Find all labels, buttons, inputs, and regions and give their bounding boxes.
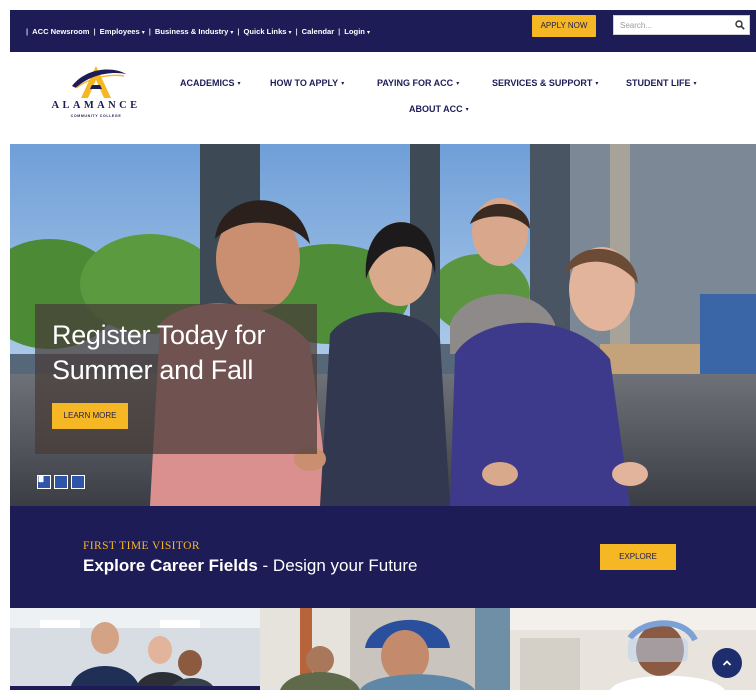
utility-separator: | [26, 26, 29, 36]
thumbnail-strip [10, 608, 756, 690]
visitor-highlight: Explore Career Fields [83, 556, 258, 575]
college-logo[interactable]: ALAMANCE COMMUNITY COLLEGE [46, 58, 146, 122]
nav-item-student-life[interactable]: STUDENT LIFE ▾ [626, 78, 697, 88]
utility-link-login[interactable]: Login ▾ [344, 27, 370, 36]
next-icon[interactable] [38, 475, 85, 489]
visitor-label: FIRST TIME VISITOR [83, 540, 200, 552]
utility-separator: | [148, 26, 151, 36]
caret-down-icon: ▾ [341, 81, 345, 87]
caret-down-icon: ▾ [288, 29, 292, 36]
hero-heading: Register Today for Summer and Fall [52, 320, 266, 385]
visitor-tagline: Explore Career Fields - Design your Futu… [83, 556, 418, 576]
logo-wordmark: ALAMANCE [51, 100, 141, 111]
hero-caption: Register Today for Summer and Fall LEARN… [35, 304, 317, 454]
nav-item-services-support[interactable]: SERVICES & SUPPORT ▾ [492, 78, 598, 88]
utility-link-calendar[interactable]: Calendar [302, 27, 335, 36]
utility-bar: | ACC Newsroom | Employees ▾ | Business &… [10, 10, 756, 52]
thumbnail-image[interactable] [10, 608, 260, 690]
caret-down-icon: ▾ [595, 81, 599, 87]
search-icon[interactable] [731, 16, 749, 34]
learn-more-button[interactable]: LEARN MORE [52, 403, 128, 429]
nav-item-about-acc[interactable]: ABOUT ACC ▾ [409, 104, 469, 114]
explore-button[interactable]: EXPLORE [600, 544, 676, 570]
nav-item-academics[interactable]: ACADEMICS ▾ [180, 78, 241, 88]
utility-separator: | [93, 26, 96, 36]
back-to-top-button[interactable] [712, 648, 742, 678]
caret-down-icon: ▾ [693, 81, 697, 87]
apply-now-button[interactable]: APPLY NOW [532, 15, 596, 37]
utility-separator: | [237, 26, 240, 36]
logo-a-mark-icon [72, 66, 126, 98]
caret-down-icon: ▾ [465, 107, 469, 113]
caret-down-icon: ▾ [141, 29, 145, 36]
utility-link-quick-links[interactable]: Quick Links ▾ [243, 27, 291, 36]
utility-link-newsroom[interactable]: ACC Newsroom [32, 27, 89, 36]
caret-down-icon: ▾ [456, 81, 460, 87]
utility-link-business[interactable]: Business & Industry ▾ [155, 27, 233, 36]
chevron-up-icon [722, 660, 732, 666]
search-input[interactable] [614, 16, 731, 34]
hero-slider: Register Today for Summer and Fall LEARN… [10, 144, 756, 506]
nav-item-how-to-apply[interactable]: HOW TO APPLY ▾ [270, 78, 344, 88]
logo-subtext: COMMUNITY COLLEGE [70, 114, 122, 118]
caret-down-icon: ▾ [230, 29, 234, 36]
slider-controls [37, 475, 85, 489]
visitor-rest: - Design your Future [257, 556, 418, 575]
first-time-visitor-section: FIRST TIME VISITOR Explore Career Fields… [10, 506, 756, 608]
pause-icon[interactable] [38, 475, 68, 489]
utility-links: | ACC Newsroom | Employees ▾ | Business &… [22, 27, 370, 36]
utility-separator: | [338, 26, 341, 36]
caret-down-icon: ▾ [366, 29, 370, 36]
caret-down-icon: ▾ [237, 81, 241, 87]
thumbnail-image[interactable] [260, 608, 510, 690]
site-header: ALAMANCE COMMUNITY COLLEGE ACADEMICS ▾ HO… [10, 52, 756, 140]
utility-separator: | [295, 26, 298, 36]
nav-item-paying-for-acc[interactable]: PAYING FOR ACC ▾ [377, 78, 459, 88]
search-box [613, 15, 750, 35]
utility-link-employees[interactable]: Employees ▾ [100, 27, 145, 36]
